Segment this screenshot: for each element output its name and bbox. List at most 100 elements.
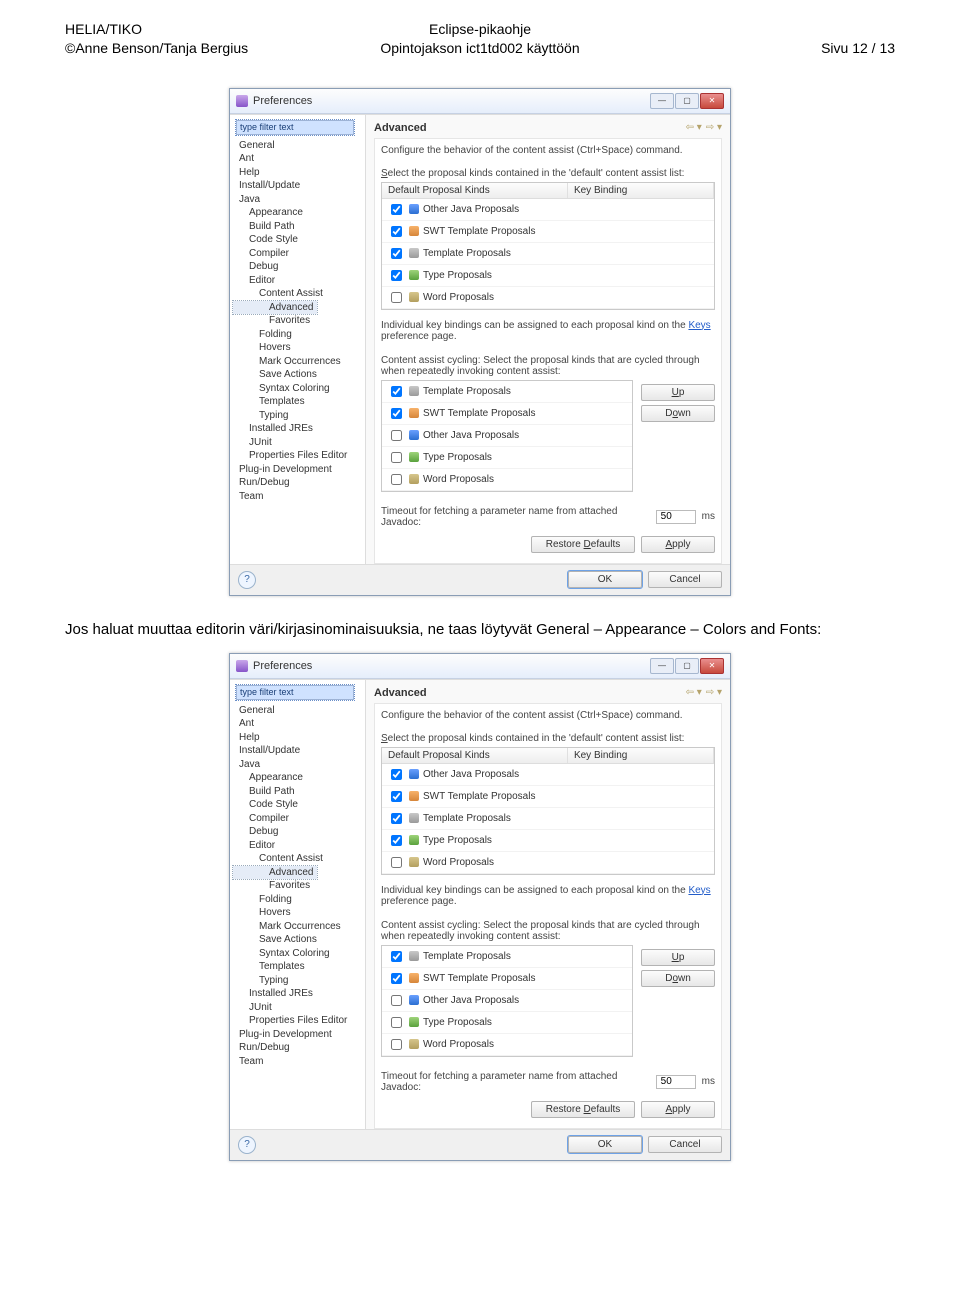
tree-item[interactable]: Syntax Coloring bbox=[233, 382, 365, 396]
history-nav[interactable]: ⇦ ▾⇨ ▾ bbox=[686, 122, 722, 133]
tree-item[interactable]: Run/Debug bbox=[233, 1041, 365, 1055]
tree-item[interactable]: Hovers bbox=[233, 341, 365, 355]
down-button[interactable]: Down bbox=[641, 405, 715, 422]
cancel-button[interactable]: Cancel bbox=[648, 571, 722, 588]
table-row[interactable]: Type Proposals bbox=[382, 830, 714, 852]
proposal-checkbox[interactable] bbox=[391, 813, 402, 824]
apply-button[interactable]: Apply bbox=[641, 536, 715, 553]
table-row[interactable]: Type Proposals bbox=[382, 1012, 632, 1034]
close-button[interactable]: ✕ bbox=[700, 93, 724, 109]
tree-item[interactable]: Advanced bbox=[233, 301, 317, 315]
table-row[interactable]: Template Proposals bbox=[382, 808, 714, 830]
tree-item[interactable]: Mark Occurrences bbox=[233, 355, 365, 369]
tree-item[interactable]: Build Path bbox=[233, 220, 365, 234]
tree-item[interactable]: Java bbox=[233, 193, 365, 207]
table-row[interactable]: Word Proposals bbox=[382, 852, 714, 874]
proposal-checkbox[interactable] bbox=[391, 248, 402, 259]
tree-item[interactable]: Help bbox=[233, 731, 365, 745]
tree-item[interactable]: Debug bbox=[233, 825, 365, 839]
timeout-input[interactable] bbox=[656, 1075, 696, 1089]
tree-item[interactable]: Compiler bbox=[233, 247, 365, 261]
tree-item[interactable]: Folding bbox=[233, 893, 365, 907]
minimize-button[interactable]: — bbox=[650, 93, 674, 109]
proposal-checkbox[interactable] bbox=[391, 995, 402, 1006]
timeout-input[interactable] bbox=[656, 510, 696, 524]
table-row[interactable]: Other Java Proposals bbox=[382, 764, 714, 786]
tree-item[interactable]: Appearance bbox=[233, 206, 365, 220]
table-row[interactable]: Other Java Proposals bbox=[382, 990, 632, 1012]
tree-item[interactable]: Install/Update bbox=[233, 744, 365, 758]
proposal-checkbox[interactable] bbox=[391, 973, 402, 984]
proposal-checkbox[interactable] bbox=[391, 270, 402, 281]
restore-defaults-button[interactable]: Restore Defaults bbox=[531, 536, 635, 553]
tree-item[interactable]: Build Path bbox=[233, 785, 365, 799]
table-row[interactable]: Template Proposals bbox=[382, 381, 632, 403]
tree-item[interactable]: Favorites bbox=[233, 314, 365, 328]
table-row[interactable]: SWT Template Proposals bbox=[382, 786, 714, 808]
tree-item[interactable]: Code Style bbox=[233, 233, 365, 247]
tree-item[interactable]: Templates bbox=[233, 395, 365, 409]
tree-item[interactable]: Install/Update bbox=[233, 179, 365, 193]
table-row[interactable]: SWT Template Proposals bbox=[382, 968, 632, 990]
tree-item[interactable]: General bbox=[233, 139, 365, 153]
proposal-checkbox[interactable] bbox=[391, 430, 402, 441]
tree-item[interactable]: Mark Occurrences bbox=[233, 920, 365, 934]
tree-item[interactable]: Ant bbox=[233, 717, 365, 731]
minimize-button[interactable]: — bbox=[650, 658, 674, 674]
tree-item[interactable]: Team bbox=[233, 490, 365, 504]
keys-link[interactable]: Keys bbox=[688, 320, 710, 331]
proposal-checkbox[interactable] bbox=[391, 204, 402, 215]
apply-button[interactable]: Apply bbox=[641, 1101, 715, 1118]
filter-input[interactable] bbox=[236, 120, 354, 135]
tree-item[interactable]: Typing bbox=[233, 409, 365, 423]
proposal-checkbox[interactable] bbox=[391, 292, 402, 303]
tree-item[interactable]: Content Assist bbox=[233, 852, 365, 866]
help-icon[interactable]: ? bbox=[238, 1136, 256, 1154]
tree-item[interactable]: Save Actions bbox=[233, 368, 365, 382]
tree-item[interactable]: Content Assist bbox=[233, 287, 365, 301]
tree-item[interactable]: Ant bbox=[233, 152, 365, 166]
tree-item[interactable]: Properties Files Editor bbox=[233, 449, 365, 463]
proposal-checkbox[interactable] bbox=[391, 452, 402, 463]
down-button[interactable]: Down bbox=[641, 970, 715, 987]
tree-item[interactable]: JUnit bbox=[233, 1001, 365, 1015]
proposal-checkbox[interactable] bbox=[391, 791, 402, 802]
proposal-checkbox[interactable] bbox=[391, 1017, 402, 1028]
restore-defaults-button[interactable]: Restore Defaults bbox=[531, 1101, 635, 1118]
proposal-checkbox[interactable] bbox=[391, 857, 402, 868]
keys-link[interactable]: Keys bbox=[688, 885, 710, 896]
tree-item[interactable]: Installed JREs bbox=[233, 422, 365, 436]
maximize-button[interactable]: ▢ bbox=[675, 93, 699, 109]
table-row[interactable]: Word Proposals bbox=[382, 1034, 632, 1056]
tree-item[interactable]: Appearance bbox=[233, 771, 365, 785]
table-row[interactable]: SWT Template Proposals bbox=[382, 221, 714, 243]
tree-item[interactable]: Help bbox=[233, 166, 365, 180]
proposal-checkbox[interactable] bbox=[391, 769, 402, 780]
table-row[interactable]: Other Java Proposals bbox=[382, 199, 714, 221]
filter-input[interactable] bbox=[236, 685, 354, 700]
proposal-checkbox[interactable] bbox=[391, 474, 402, 485]
proposal-checkbox[interactable] bbox=[391, 951, 402, 962]
tree-item[interactable]: Favorites bbox=[233, 879, 365, 893]
tree-item[interactable]: Debug bbox=[233, 260, 365, 274]
tree-item[interactable]: Properties Files Editor bbox=[233, 1014, 365, 1028]
proposal-checkbox[interactable] bbox=[391, 408, 402, 419]
up-button[interactable]: Up bbox=[641, 384, 715, 401]
ok-button[interactable]: OK bbox=[568, 571, 642, 588]
tree-item[interactable]: Editor bbox=[233, 839, 365, 853]
tree-item[interactable]: Folding bbox=[233, 328, 365, 342]
tree-item[interactable]: Compiler bbox=[233, 812, 365, 826]
tree-item[interactable]: Plug-in Development bbox=[233, 1028, 365, 1042]
tree-item[interactable]: Hovers bbox=[233, 906, 365, 920]
table-row[interactable]: SWT Template Proposals bbox=[382, 403, 632, 425]
tree-item[interactable]: Run/Debug bbox=[233, 476, 365, 490]
tree-item[interactable]: Templates bbox=[233, 960, 365, 974]
proposal-checkbox[interactable] bbox=[391, 835, 402, 846]
tree-item[interactable]: Save Actions bbox=[233, 933, 365, 947]
tree-item[interactable]: Java bbox=[233, 758, 365, 772]
up-button[interactable]: Up bbox=[641, 949, 715, 966]
history-nav[interactable]: ⇦ ▾⇨ ▾ bbox=[686, 687, 722, 698]
tree-item[interactable]: Typing bbox=[233, 974, 365, 988]
close-button[interactable]: ✕ bbox=[700, 658, 724, 674]
proposal-checkbox[interactable] bbox=[391, 226, 402, 237]
